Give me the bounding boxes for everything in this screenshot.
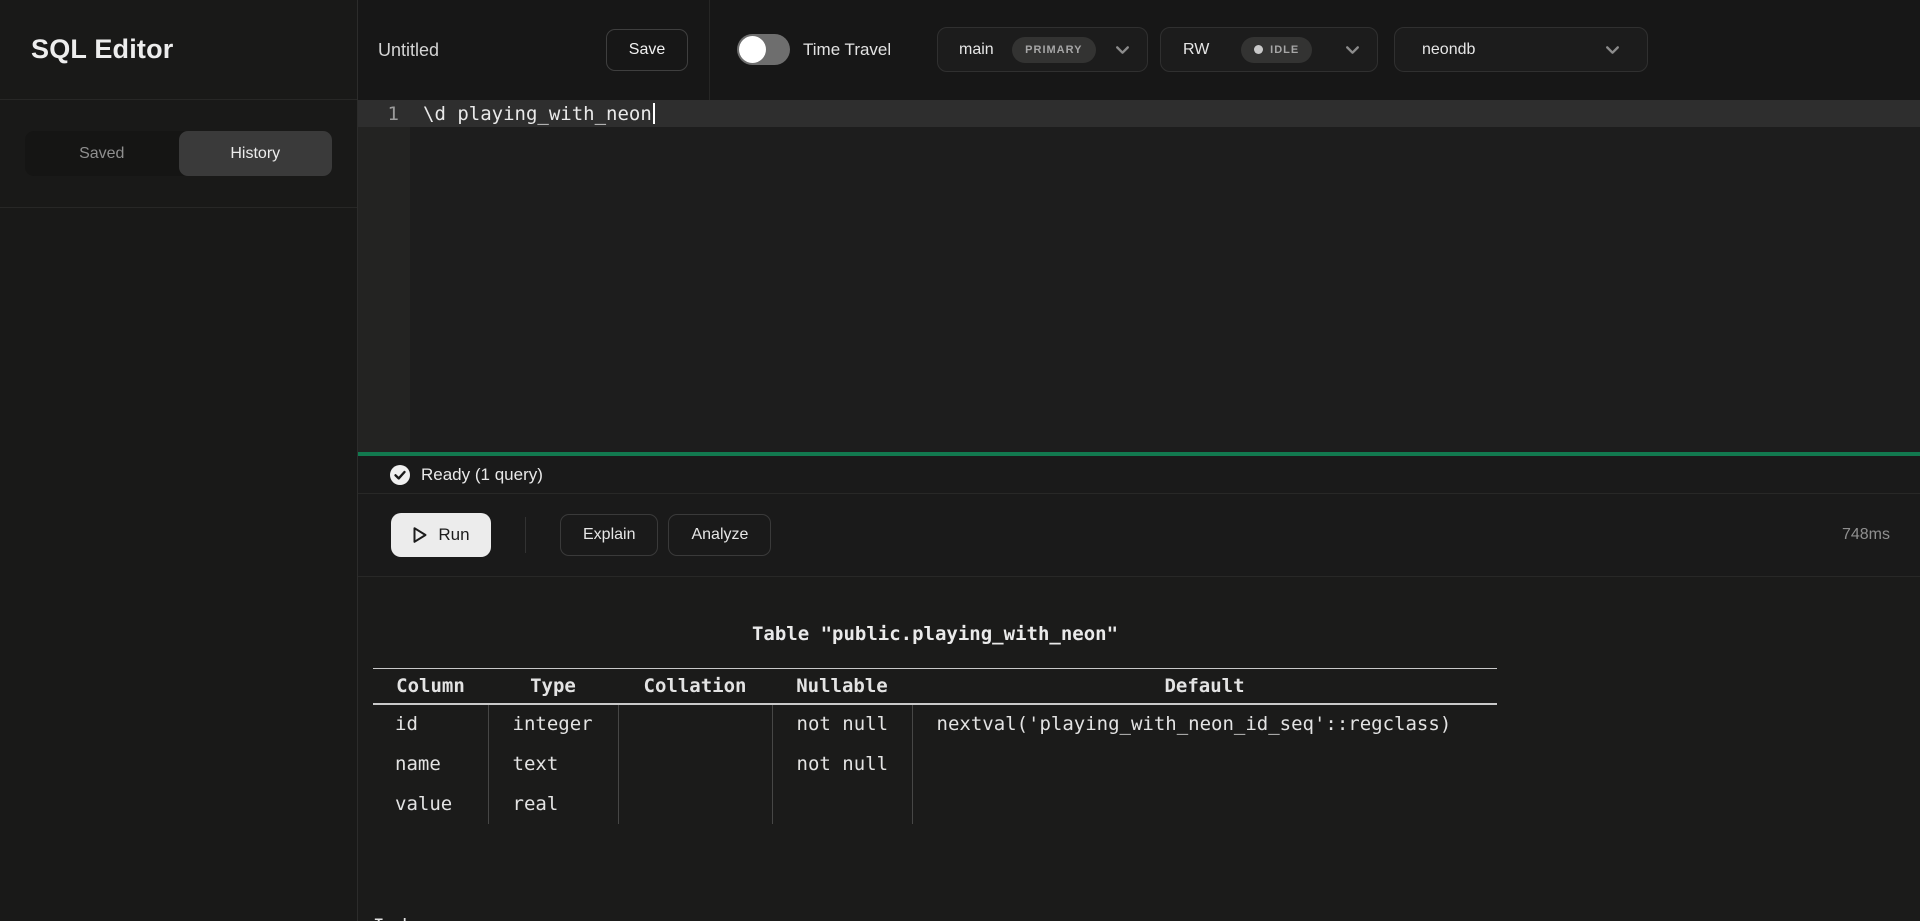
main-panel: Untitled Save Time Travel main PRIMARY R… [358, 0, 1920, 921]
branch-name: main [959, 41, 994, 59]
table-cell: value [373, 784, 488, 824]
code-editor[interactable]: 1 \d playing_with_neon [358, 100, 1920, 452]
table-cell [618, 784, 772, 824]
check-circle-icon [389, 464, 411, 486]
sidebar-header: SQL Editor [0, 0, 357, 100]
page-title: SQL Editor [31, 34, 174, 65]
results-table: Column Type Collation Nullable Default i… [373, 668, 1497, 824]
save-button[interactable]: Save [606, 29, 688, 71]
action-divider [525, 517, 526, 553]
tab-history[interactable]: History [179, 131, 333, 176]
status-dot-icon [1254, 45, 1263, 54]
table-cell [912, 784, 1497, 824]
table-cell: real [488, 784, 618, 824]
branch-select[interactable]: main PRIMARY [937, 27, 1148, 72]
time-travel-label: Time Travel [803, 0, 891, 100]
analyze-button[interactable]: Analyze [668, 514, 771, 556]
table-cell: nextval('playing_with_neon_id_seq'::regc… [912, 704, 1497, 744]
table-cell: not null [772, 744, 912, 784]
column-header: Type [488, 669, 618, 704]
endpoint-select[interactable]: RW IDLE [1160, 27, 1378, 72]
results-footer: Indexes: "playing_with_neon_pkey" PRIMAR… [373, 829, 1920, 921]
endpoint-status-badge: IDLE [1241, 37, 1312, 63]
table-cell [618, 744, 772, 784]
sidebar-tabs-section: Saved History [0, 100, 357, 208]
code-text: \d playing_with_neon [423, 103, 652, 125]
action-bar: Run Explain Analyze 748ms [358, 494, 1920, 577]
query-duration: 748ms [1842, 526, 1890, 544]
table-row: nametext not null [373, 744, 1497, 784]
editor-line[interactable]: 1 \d playing_with_neon [358, 100, 1920, 127]
database-name: neondb [1422, 41, 1475, 59]
branch-primary-badge: PRIMARY [1012, 37, 1095, 63]
column-header: Nullable [772, 669, 912, 704]
sidebar: SQL Editor Saved History [0, 0, 358, 921]
endpoint-name: RW [1183, 41, 1209, 59]
chevron-down-icon [1604, 41, 1621, 58]
column-header: Column [373, 669, 488, 704]
text-cursor [653, 103, 655, 124]
table-cell: id [373, 704, 488, 744]
table-cell: not null [772, 704, 912, 744]
topbar-divider [709, 0, 710, 100]
table-cell: integer [488, 704, 618, 744]
status-message: Ready (1 query) [421, 465, 543, 485]
table-row: valuereal [373, 784, 1497, 824]
chevron-down-icon [1344, 41, 1361, 58]
database-select[interactable]: neondb [1394, 27, 1648, 72]
table-row: idinteger not nullnextval('playing_with_n… [373, 704, 1497, 744]
run-button[interactable]: Run [391, 513, 491, 557]
tab-saved[interactable]: Saved [25, 131, 179, 176]
table-cell [772, 784, 912, 824]
sql-editor-app: SQL Editor Saved History Untitled Save T… [0, 0, 1920, 921]
time-travel-toggle[interactable] [737, 34, 790, 65]
editor-gutter [358, 100, 410, 452]
column-header: Default [912, 669, 1497, 704]
line-number: 1 [358, 103, 410, 125]
table-cell: text [488, 744, 618, 784]
table-cell [618, 704, 772, 744]
chevron-down-icon [1114, 41, 1131, 58]
results-panel: Table "public.playing_with_neon" Column … [358, 577, 1920, 921]
saved-history-tabs: Saved History [25, 131, 332, 176]
column-header: Collation [618, 669, 772, 704]
toggle-knob-icon [739, 36, 766, 63]
topbar: Untitled Save Time Travel main PRIMARY R… [358, 0, 1920, 100]
table-cell: name [373, 744, 488, 784]
explain-button[interactable]: Explain [560, 514, 658, 556]
results-header-row: Column Type Collation Nullable Default [373, 669, 1497, 704]
run-button-label: Run [438, 525, 469, 545]
table-cell [912, 744, 1497, 784]
play-icon [412, 526, 428, 544]
status-bar: Ready (1 query) [358, 456, 1920, 494]
results-table-body: idinteger not nullnextval('playing_with_n… [373, 704, 1497, 824]
document-title[interactable]: Untitled [378, 0, 439, 100]
result-table-title: Table "public.playing_with_neon" [373, 621, 1497, 647]
indexes-label: Indexes: [373, 907, 1920, 921]
endpoint-status-text: IDLE [1270, 44, 1299, 56]
